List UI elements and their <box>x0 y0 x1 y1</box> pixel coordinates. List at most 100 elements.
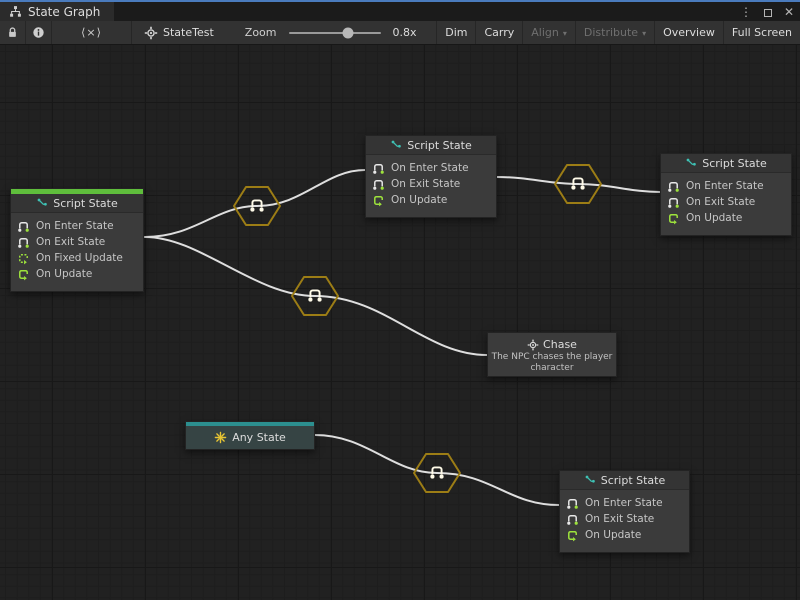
port-label: On Enter State <box>585 497 663 509</box>
flow-port-icon <box>17 220 30 233</box>
script-state-icon <box>584 474 596 486</box>
transition-flow-icon <box>571 178 584 189</box>
distribute-button[interactable]: Distribute ▾ <box>575 21 654 44</box>
zoom-label: Zoom <box>245 26 277 39</box>
tab-title: State Graph <box>28 5 100 19</box>
transition-flow-icon <box>250 200 263 211</box>
graph-canvas[interactable]: Script State On Enter State On Exit Stat… <box>0 45 800 600</box>
flow-port-icon <box>566 513 579 526</box>
chase-state-node[interactable]: Chase The NPC chases the player characte… <box>487 332 617 377</box>
node-header[interactable]: Script State <box>11 194 143 213</box>
port-on-enter-state[interactable]: On Enter State <box>667 178 785 194</box>
toolbar: ⟨×⟩ StateTest Zoom 0.8x Dim Carry Align … <box>0 21 800 45</box>
overview-label: Overview <box>663 26 715 39</box>
transition-node[interactable] <box>555 165 601 203</box>
node-description: The NPC chases the player character <box>491 352 613 375</box>
port-label: On Update <box>36 268 92 280</box>
connection <box>497 177 578 184</box>
flow-port-icon <box>667 196 680 209</box>
script-state-node-right[interactable]: Script State On Enter State On Exit Stat… <box>660 153 792 236</box>
info-button[interactable] <box>26 21 52 44</box>
dim-label: Dim <box>445 26 467 39</box>
node-header[interactable]: Script State <box>560 471 689 490</box>
node-header[interactable]: Script State <box>661 154 791 173</box>
state-graph-window: State Graph ⋮ ✕ ⟨×⟩ StateTest Zoom 0.8x <box>0 0 800 600</box>
node-title: Chase <box>543 338 577 351</box>
port-on-enter-state[interactable]: On Enter State <box>17 218 137 234</box>
fullscreen-button[interactable]: Full Screen <box>723 21 800 44</box>
zoom-slider-handle[interactable] <box>343 27 354 38</box>
node-title: Script State <box>601 474 666 487</box>
port-label: On Update <box>686 212 742 224</box>
script-state-icon <box>390 139 402 151</box>
dim-button[interactable]: Dim <box>436 21 475 44</box>
port-label: On Update <box>585 529 641 541</box>
port-label: On Exit State <box>686 196 755 208</box>
port-on-exit-state[interactable]: On Exit State <box>372 176 490 192</box>
node-title: Script State <box>702 157 767 170</box>
script-state-node-bottom[interactable]: Script State On Enter State On Exit Stat… <box>559 470 690 553</box>
node-title: Script State <box>407 139 472 152</box>
window-accent-line <box>0 0 800 2</box>
zoom-value: 0.8x <box>393 26 417 39</box>
node-title: Script State <box>53 197 118 210</box>
script-state-icon <box>685 157 697 169</box>
port-on-exit-state[interactable]: On Exit State <box>17 234 137 250</box>
align-button[interactable]: Align ▾ <box>522 21 575 44</box>
align-label: Align <box>531 26 559 39</box>
script-state-node-start[interactable]: Script State On Enter State On Exit Stat… <box>10 188 144 292</box>
code-preview-button[interactable]: ⟨×⟩ <box>52 21 132 44</box>
window-menu-button[interactable]: ⋮ <box>740 6 752 18</box>
script-state-node-mid[interactable]: Script State On Enter State On Exit Stat… <box>365 135 497 218</box>
port-on-exit-state[interactable]: On Exit State <box>667 194 785 210</box>
port-on-enter-state[interactable]: On Enter State <box>372 160 490 176</box>
port-on-update[interactable]: On Update <box>667 210 785 226</box>
any-state-node[interactable]: Any State <box>185 421 315 450</box>
chase-target-icon <box>527 339 539 351</box>
loop-icon <box>566 529 579 542</box>
graph-target-icon <box>144 26 158 40</box>
node-items: On Enter State On Exit State On Fixed Up… <box>11 213 143 291</box>
port-label: On Exit State <box>391 178 460 190</box>
loop-icon <box>372 194 385 207</box>
lock-icon <box>6 26 19 39</box>
node-items: On Enter State On Exit State On Update <box>366 155 496 217</box>
port-on-enter-state[interactable]: On Enter State <box>566 495 683 511</box>
toolbar-spacer <box>417 21 437 44</box>
zoom-slider[interactable] <box>289 32 381 34</box>
port-on-exit-state[interactable]: On Exit State <box>566 511 683 527</box>
close-button[interactable]: ✕ <box>784 6 794 18</box>
connection <box>578 184 660 192</box>
port-on-fixed-update[interactable]: On Fixed Update <box>17 250 137 266</box>
window-controls: ⋮ ✕ <box>740 2 794 21</box>
node-header[interactable]: Script State <box>366 136 496 155</box>
loop-icon <box>667 212 680 225</box>
node-items: On Enter State On Exit State On Update <box>560 490 689 552</box>
connection <box>257 170 365 206</box>
node-header[interactable]: Any State <box>186 426 314 449</box>
lock-button[interactable] <box>0 21 26 44</box>
transition-node[interactable] <box>292 277 338 315</box>
node-items: On Enter State On Exit State On Update <box>661 173 791 235</box>
connection <box>145 206 257 237</box>
transition-flow-icon <box>430 467 443 478</box>
tab-state-graph[interactable]: State Graph <box>0 2 114 21</box>
port-label: On Update <box>391 194 447 206</box>
connection <box>145 237 315 296</box>
any-state-star-icon <box>214 431 227 444</box>
port-label: On Exit State <box>585 513 654 525</box>
port-on-update[interactable]: On Update <box>566 527 683 543</box>
maximize-button[interactable] <box>764 2 772 21</box>
script-state-icon <box>36 197 48 209</box>
carry-button[interactable]: Carry <box>475 21 522 44</box>
flow-port-icon <box>566 497 579 510</box>
transition-node[interactable] <box>234 187 280 225</box>
transition-node[interactable] <box>414 454 460 492</box>
overview-button[interactable]: Overview <box>654 21 723 44</box>
code-preview-icon: ⟨×⟩ <box>81 26 102 39</box>
port-on-update[interactable]: On Update <box>372 192 490 208</box>
port-on-update[interactable]: On Update <box>17 266 137 282</box>
graph-breadcrumb-button[interactable]: StateTest <box>132 21 223 44</box>
port-label: On Enter State <box>686 180 764 192</box>
carry-label: Carry <box>484 26 514 39</box>
